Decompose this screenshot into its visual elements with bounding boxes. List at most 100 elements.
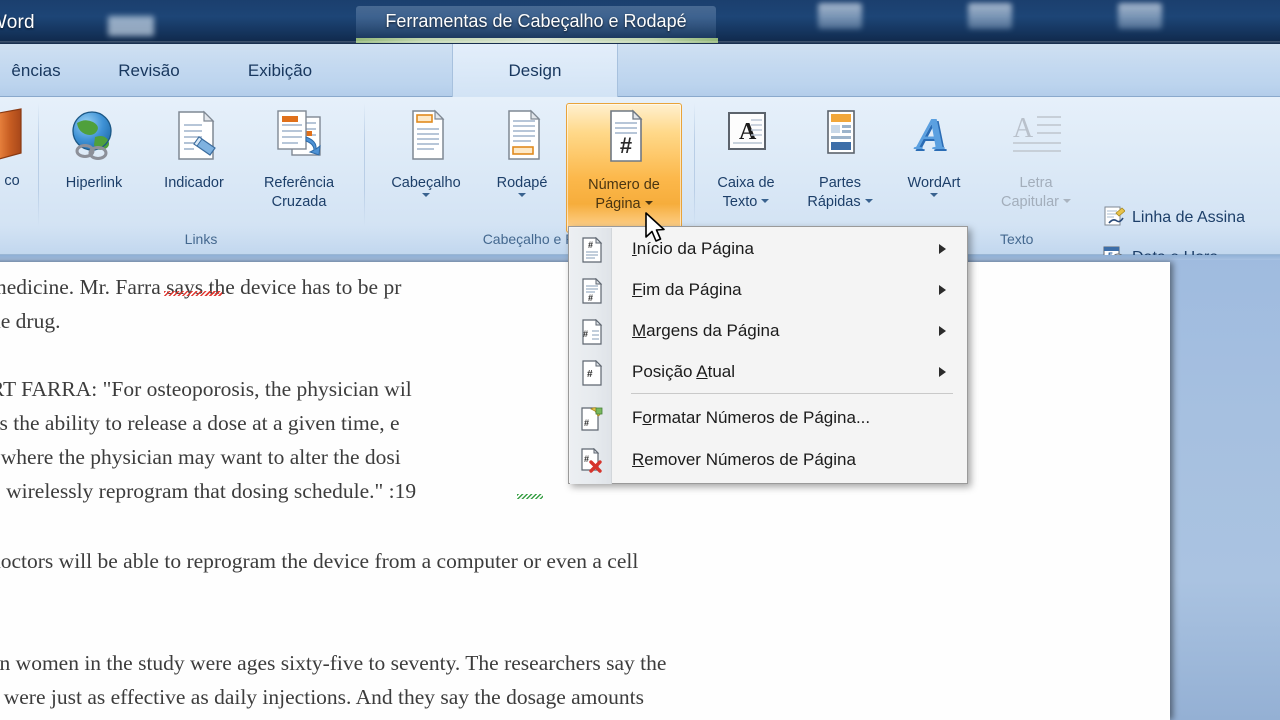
caixa-de-texto-button[interactable]: A Caixa de Texto xyxy=(700,103,792,211)
accel-key: F xyxy=(632,280,643,299)
document-line: , where the physician may want to alter … xyxy=(0,445,401,469)
contextual-tools-underline xyxy=(356,38,718,43)
document-line: he drug. xyxy=(0,309,61,333)
close-button[interactable] xyxy=(1118,3,1162,29)
contextual-tools-banner: Ferramentas de Cabeçalho e Rodapé xyxy=(356,6,716,38)
submenu-arrow-icon[interactable] xyxy=(939,367,946,377)
chevron-down-icon[interactable] xyxy=(518,193,526,197)
svg-text:A: A xyxy=(913,108,947,159)
menu-item-formatar-numeros-de-pagina[interactable]: # Formatar Números de Página... xyxy=(570,398,968,438)
maximize-button[interactable] xyxy=(968,3,1012,29)
text-box-icon: A xyxy=(717,107,775,172)
partes-rapidas-button[interactable]: Partes Rápidas xyxy=(796,103,884,211)
item-label: Linha de Assina xyxy=(1132,209,1245,226)
svg-text:#: # xyxy=(587,369,593,380)
page-number-dropdown-menu[interactable]: # Início da Página # Fim da Página # Mar… xyxy=(568,226,968,484)
svg-text:A: A xyxy=(1013,113,1034,144)
chevron-down-icon[interactable] xyxy=(864,198,873,203)
page-number-current-icon: # xyxy=(580,359,604,386)
document-line: RT FARRA: "For osteoporosis, the physici… xyxy=(0,377,412,401)
label-rest: tual xyxy=(707,362,736,381)
chevron-down-icon[interactable] xyxy=(644,200,653,205)
referencia-cruzada-button[interactable]: Referência Cruzada xyxy=(244,103,354,211)
tab-design[interactable]: Design xyxy=(452,44,618,97)
group-divider xyxy=(694,103,695,227)
button-label-line2: Cruzada xyxy=(271,194,327,210)
contextual-tools-title: Ferramentas de Cabeçalho e Rodapé xyxy=(385,11,687,31)
button-label-line2: Texto xyxy=(723,194,770,210)
button-label: Número de xyxy=(588,177,660,193)
menu-item-fim-da-pagina[interactable]: # Fim da Página xyxy=(570,270,968,310)
button-label-line2: Página xyxy=(595,196,653,212)
submenu-arrow-icon[interactable] xyxy=(939,285,946,295)
tab-label: ências xyxy=(11,60,61,80)
chevron-down-icon[interactable] xyxy=(1063,198,1072,203)
svg-text:#: # xyxy=(584,454,589,464)
chevron-down-icon[interactable] xyxy=(422,193,430,197)
accel-key: R xyxy=(632,450,645,469)
wordart-button[interactable]: A A WordArt xyxy=(888,103,980,198)
menu-item-posicao-atual[interactable]: # Posição Atual xyxy=(570,352,968,392)
svg-text:#: # xyxy=(620,133,632,158)
wordart-icon: A A xyxy=(906,107,962,172)
svg-text:#: # xyxy=(583,329,588,339)
accel-key: M xyxy=(632,321,647,340)
menu-item-margens-da-pagina[interactable]: # Margens da Página xyxy=(570,311,968,351)
document-line: doctors will be able to reprogram the de… xyxy=(0,549,639,573)
page-number-top-icon: # xyxy=(580,236,604,263)
rodape-button[interactable]: Rodapé xyxy=(480,103,564,198)
linha-de-assinatura-item[interactable]: Linha de Assina xyxy=(1098,205,1250,231)
quick-access-toolbar[interactable] xyxy=(108,16,154,36)
label-pre: Posição xyxy=(632,362,697,381)
title-bar: soft Word Ferramentas de Cabeçalho e Rod… xyxy=(0,0,1280,44)
document-line: o wirelessly reprogram that dosing sched… xyxy=(0,479,417,503)
tab-label: Revisão xyxy=(118,60,180,80)
submenu-arrow-icon[interactable] xyxy=(939,326,946,336)
page-number-bottom-icon: # xyxy=(580,277,604,304)
accel-key: o xyxy=(642,408,652,427)
label-rest: argens da Página xyxy=(646,321,780,340)
minimize-button[interactable] xyxy=(818,3,862,29)
cabecalho-button[interactable]: Cabeçalho xyxy=(374,103,478,198)
menu-item-inicio-da-pagina[interactable]: # Início da Página xyxy=(570,229,968,269)
document-line: en women in the study were ages sixty-fi… xyxy=(0,651,667,675)
tab-label: Exibição xyxy=(247,60,313,80)
menu-separator xyxy=(631,393,953,394)
button-label-text2: Página xyxy=(595,196,641,212)
menu-item-remover-numeros-de-pagina[interactable]: # Remover Números de Página xyxy=(570,440,968,480)
accel-key: A xyxy=(696,362,708,381)
button-label-text2: Capitular xyxy=(1000,194,1060,210)
chevron-down-icon[interactable] xyxy=(761,198,770,203)
quick-parts-icon xyxy=(814,107,866,172)
menu-item-label: Remover Números de Página xyxy=(632,450,856,470)
tab-referencias[interactable]: ências xyxy=(0,44,72,97)
indicador-button[interactable]: Indicador xyxy=(148,103,240,192)
document-line: medicine. Mr. Farra says the device has … xyxy=(0,275,402,299)
spellcheck-underline-red xyxy=(164,291,222,296)
svg-text:A: A xyxy=(739,119,757,145)
window-title: soft Word xyxy=(0,12,35,33)
menu-item-label: Formatar Números de Página... xyxy=(632,408,870,428)
chevron-down-icon[interactable] xyxy=(930,193,938,197)
hiperlink-button[interactable]: Hiperlink xyxy=(48,103,140,192)
button-label-text2: Texto xyxy=(722,194,758,210)
tab-exibicao[interactable]: Exibição xyxy=(228,44,332,97)
submenu-arrow-icon[interactable] xyxy=(939,244,946,254)
svg-text:#: # xyxy=(588,240,593,250)
mouse-cursor xyxy=(644,212,668,246)
button-label: Caixa de xyxy=(717,175,775,191)
ribbon-tab-strip: ências Revisão Exibição Design xyxy=(0,44,1280,97)
header-page-icon xyxy=(400,107,452,172)
letra-capitular-button[interactable]: A Letra Capitular xyxy=(986,103,1086,211)
button-label: co xyxy=(4,173,20,189)
svg-text:#: # xyxy=(588,293,593,303)
bookmark-page-icon xyxy=(166,107,222,172)
button-label-text2: Rápidas xyxy=(807,194,861,210)
remove-page-numbers-icon: # xyxy=(580,447,604,473)
grafico-button[interactable]: co xyxy=(0,103,40,190)
button-label: Indicador xyxy=(164,175,224,191)
tab-revisao[interactable]: Revisão xyxy=(100,44,198,97)
word-application-window: soft Word Ferramentas de Cabeçalho e Rod… xyxy=(0,0,1280,720)
svg-text:#: # xyxy=(584,418,589,428)
button-label: Rodapé xyxy=(496,175,548,191)
